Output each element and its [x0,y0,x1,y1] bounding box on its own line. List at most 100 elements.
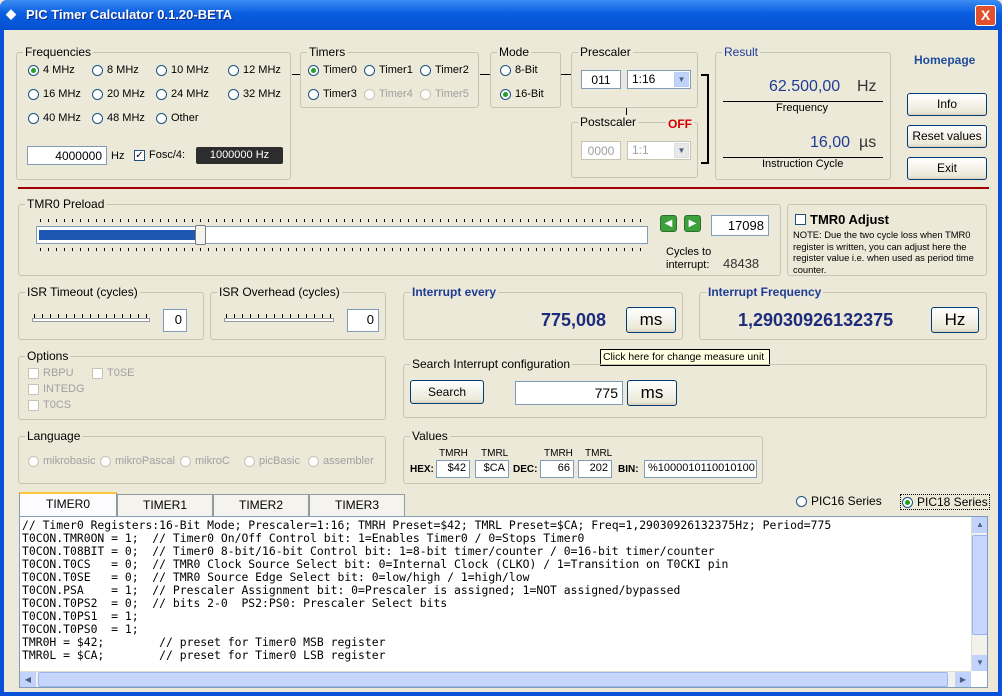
freq-20mhz-radio[interactable]: 20 MHz [92,88,145,100]
postscaler-title: Postscaler [578,115,639,129]
horizontal-scrollbar[interactable]: ◀ ▶ [20,671,971,687]
freq-12mhz-radio[interactable]: 12 MHz [228,64,281,76]
isr-overhead-slider[interactable] [224,318,334,322]
timer3-radio[interactable]: Timer3 [308,88,357,100]
arrow-right-icon[interactable]: ▶ [684,215,701,232]
microchip-icon: ◆ [6,6,16,21]
interrupt-unit-button[interactable]: ms [626,307,676,333]
preload-slider-thumb[interactable] [195,225,206,245]
hex-tmrh-value[interactable]: $42 [436,460,470,478]
frequency-unit-button[interactable]: Hz [931,307,979,333]
values-title: Values [410,429,450,443]
bin-value[interactable]: %1000010110010100 [644,460,757,478]
scroll-thumb[interactable] [972,535,987,635]
isr-timeout-title: ISR Timeout (cycles) [25,285,140,299]
timers-title: Timers [307,45,348,59]
reset-values-button[interactable]: Reset values [907,125,987,148]
freq-48mhz-radio[interactable]: 48 MHz [92,112,145,124]
hscroll-thumb[interactable] [38,672,948,687]
connector-line [292,74,300,75]
fosc-checkbox[interactable]: ✓ Fosc/4: [134,149,185,161]
timer2-radio[interactable]: Timer2 [420,64,469,76]
mode-16bit-radio[interactable]: 16-Bit [500,88,544,100]
freq-24mhz-radio[interactable]: 24 MHz [156,88,209,100]
dec-label: DEC: [513,464,538,475]
search-value-input[interactable]: 775 [515,381,623,405]
code-line: T0CON.T0PS2 = 0; // bits 2-0 PS2:PS0: Pr… [22,596,448,610]
frequencies-title: Frequencies [23,45,94,59]
result-frequency-unit: Hz [857,78,877,95]
title-bar[interactable]: ◆ PIC Timer Calculator 0.1.20-BETA X [0,0,1002,30]
code-output[interactable]: // Timer0 Registers:16-Bit Mode; Prescal… [19,516,988,688]
postscaler-bits-field: 0000 [581,141,621,160]
prescaler-bits-field[interactable]: 011 [581,70,621,89]
tab-timer3[interactable]: TIMER3 [309,494,405,516]
vertical-scrollbar[interactable]: ▲ ▼ [971,517,987,671]
dec-tmrl-value[interactable]: 202 [578,460,612,478]
dec-tmrh-value[interactable]: 66 [540,460,574,478]
lang-picbasic-radio: picBasic [244,455,300,467]
scroll-down-icon: ▼ [972,655,987,671]
timer4-radio: Timer4 [364,88,413,100]
isr-timeout-slider[interactable] [32,318,150,322]
close-button[interactable]: X [975,5,996,26]
preload-value-input[interactable]: 17098 [711,215,769,236]
isr-overhead-input[interactable]: 0 [347,309,379,332]
search-button[interactable]: Search [410,380,484,404]
hex-tmrl-value[interactable]: $CA [475,460,509,478]
lang-mikrobasic-radio: mikrobasic [28,455,96,467]
freq-other-radio[interactable]: Other [156,112,199,124]
info-button[interactable]: Info [907,93,987,116]
arrow-left-icon[interactable]: ◀ [660,215,677,232]
preload-slider-track[interactable] [36,225,648,245]
connector-line [561,74,571,75]
freq-8mhz-radio[interactable]: 8 MHz [92,64,139,76]
tab-timer0[interactable]: TIMER0 [19,492,117,516]
search-title: Search Interrupt configuration [410,357,573,371]
hex-label: HEX: [410,464,434,475]
timer1-radio[interactable]: Timer1 [364,64,413,76]
scroll-right-icon: ▶ [955,672,971,687]
lang-assembler-radio: assembler [308,455,374,467]
search-unit-button[interactable]: ms [627,380,677,406]
homepage-link[interactable]: Homepage [914,53,975,67]
slider-ticks [226,314,332,318]
frequency-input[interactable]: 4000000 [27,146,107,165]
preload-slider-fill [39,230,197,240]
timer5-radio: Timer5 [420,88,469,100]
isr-timeout-input[interactable]: 0 [163,309,187,332]
mode-8bit-radio[interactable]: 8-Bit [500,64,538,76]
mode-title: Mode [497,45,532,59]
freq-40mhz-radio[interactable]: 40 MHz [28,112,81,124]
interrupt-frequency-title: Interrupt Frequency [706,285,824,299]
freq-10mhz-radio[interactable]: 10 MHz [156,64,209,76]
result-frequency-label: Frequency [776,102,828,114]
postscaler-state: OFF [666,117,694,131]
tmr0-adjust-checkbox[interactable]: TMR0 Adjust [795,212,889,227]
tab-timer2[interactable]: TIMER2 [213,494,309,516]
freq-4mhz-radio[interactable]: 4 MHz [28,64,75,76]
scroll-up-icon: ▲ [972,517,987,533]
frequency-unit: Hz [111,150,125,162]
code-line: T0CON.T0PS1 = 1; [22,609,139,623]
prescaler-select[interactable]: 1:16 ▼ [627,70,691,89]
options-title: Options [25,349,71,363]
pic16-series-radio[interactable]: PIC16 Series [796,494,882,508]
result-cycle-unit: µs [859,134,877,151]
lang-mikropascal-radio: mikroPascal [100,455,175,467]
code-text: // Timer0 Registers:16-Bit Mode; Prescal… [22,519,831,662]
freq-16mhz-radio[interactable]: 16 MHz [28,88,81,100]
timer0-radio[interactable]: Timer0 [308,64,357,76]
bin-label: BIN: [618,464,639,475]
freq-32mhz-radio[interactable]: 32 MHz [228,88,281,100]
hex-tmrh-header: TMRH [439,448,468,459]
pic18-series-radio[interactable]: PIC18 Series [900,494,990,510]
scroll-left-icon: ◀ [20,672,36,687]
exit-button[interactable]: Exit [907,157,987,180]
connector-line [480,74,490,75]
tab-timer1[interactable]: TIMER1 [117,494,213,516]
search-group: Search Interrupt configuration [403,357,987,418]
rbpu-checkbox: RBPU [28,367,74,379]
result-title: Result [722,45,761,59]
window-title: PIC Timer Calculator 0.1.20-BETA [26,7,233,22]
